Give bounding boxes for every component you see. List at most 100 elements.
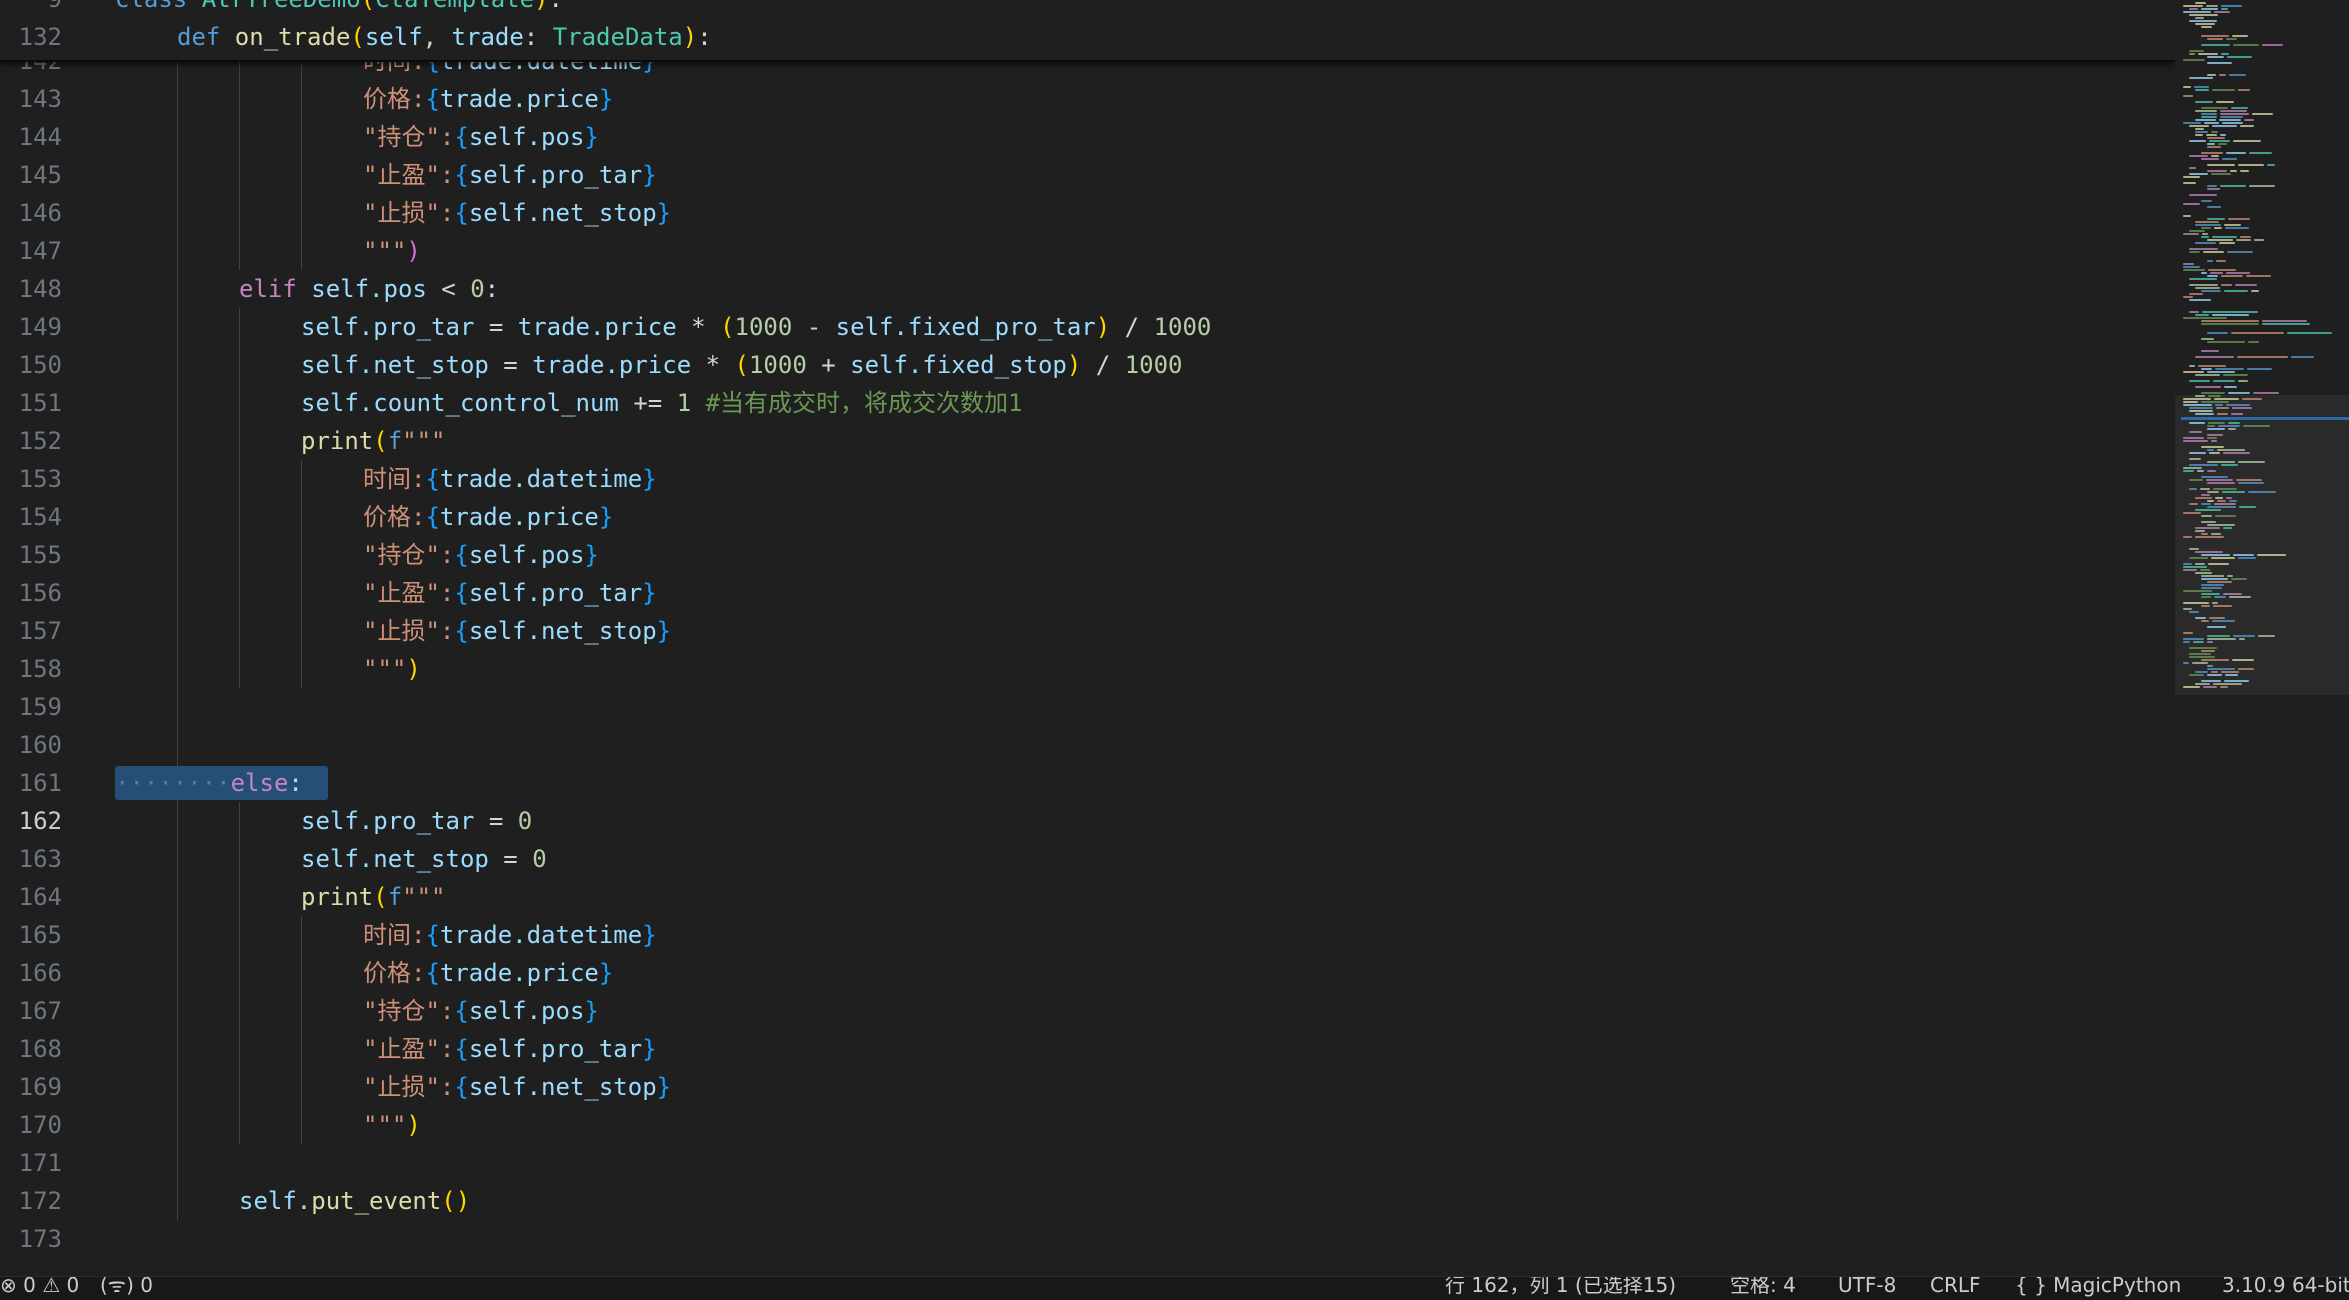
code-line[interactable]: 161 ········else:	[0, 764, 2175, 802]
code-token: )	[406, 237, 421, 265]
code-line[interactable]: 150 self.net_stop = trade.price * (1000 +…	[0, 346, 2175, 384]
minimap-line	[2189, 167, 2196, 169]
code-line[interactable]: 164 print(f"""	[0, 878, 2175, 916]
code-text[interactable]: ········else:	[115, 764, 303, 802]
minimap-line	[2194, 86, 2209, 88]
code-text[interactable]: print(f"""	[301, 422, 446, 460]
code-text[interactable]: class AtrTreeDemo(CtaTemplate):	[115, 0, 563, 18]
code-line[interactable]: 148 elif self.pos < 0:	[0, 270, 2175, 308]
code-line[interactable]: 156 "止盈":{self.pro_tar}	[0, 574, 2175, 612]
code-line[interactable]: 166 价格:{trade.price}	[0, 954, 2175, 992]
problems-indicator[interactable]: ⊗ 0 ⚠ 0	[0, 1277, 79, 1297]
line-number: 157	[18, 617, 62, 645]
code-text[interactable]: "止盈":{self.pro_tar}	[363, 574, 657, 612]
minimap-line	[2183, 182, 2196, 184]
code-line[interactable]: 151 self.count_control_num += 1 #当有成交时，将成…	[0, 384, 2175, 422]
sticky-scroll-header[interactable]: 9 class AtrTreeDemo(CtaTemplate):132def o…	[0, 0, 2175, 62]
code-text[interactable]: 价格:{trade.price}	[363, 80, 613, 118]
code-line[interactable]: 172 self.put_event()	[0, 1182, 2175, 1220]
code-line[interactable]: 168 "止盈":{self.pro_tar}	[0, 1030, 2175, 1068]
code-text[interactable]: def on_trade(self, trade: TradeData):	[177, 18, 712, 56]
code-line[interactable]: 171	[0, 1144, 2175, 1182]
code-line[interactable]: 154 价格:{trade.price}	[0, 498, 2175, 536]
minimap-line	[2216, 407, 2229, 409]
minimap-line	[2239, 506, 2256, 508]
indentation-setting[interactable]: 空格: 4	[1730, 1277, 1796, 1297]
code-text[interactable]: self.net_stop = 0	[301, 840, 547, 878]
code-text[interactable]: 时间:{trade.datetime}	[363, 460, 657, 498]
code-line[interactable]: 145 "止盈":{self.pro_tar}	[0, 156, 2175, 194]
code-line[interactable]: 146 "止损":{self.net_stop}	[0, 194, 2175, 232]
code-text[interactable]: "持仓":{self.pos}	[363, 992, 599, 1030]
line-number: 9	[0, 0, 62, 18]
code-editor[interactable]: 142时间:{trade.datetime}143价格:{trade.price…	[0, 0, 2175, 1276]
code-text[interactable]: "止损":{self.net_stop}	[363, 194, 671, 232]
minimap-line	[2229, 596, 2251, 598]
code-line[interactable]: 159	[0, 688, 2175, 726]
code-line[interactable]: 163 self.net_stop = 0	[0, 840, 2175, 878]
code-line[interactable]: 173	[0, 1220, 2175, 1258]
minimap-line	[2201, 8, 2218, 10]
code-text[interactable]: "持仓":{self.pos}	[363, 536, 599, 574]
minimap-line	[2195, 617, 2206, 619]
code-line[interactable]: 143 价格:{trade.price}	[0, 80, 2175, 118]
encoding-setting[interactable]: UTF-8	[1838, 1277, 1896, 1297]
code-text[interactable]: self.net_stop = trade.price * (1000 + se…	[301, 346, 1182, 384]
code-line[interactable]: 147 """)	[0, 232, 2175, 270]
minimap-line	[2201, 26, 2212, 28]
code-token: )	[682, 23, 698, 51]
code-token: f	[387, 427, 403, 455]
code-token: ,	[422, 23, 452, 51]
minimap-line	[2240, 170, 2249, 172]
python-interpreter[interactable]: 3.10.9 64-bit	[2222, 1277, 2349, 1297]
minimap-line	[2225, 674, 2238, 676]
code-line[interactable]: 9 class AtrTreeDemo(CtaTemplate):	[0, 0, 2175, 18]
code-text[interactable]: "止损":{self.net_stop}	[363, 1068, 671, 1106]
code-line[interactable]: 162 self.pro_tar = 0	[0, 802, 2175, 840]
code-text[interactable]: self.pro_tar = 0	[301, 802, 532, 840]
minimap-line	[2183, 470, 2194, 472]
code-text[interactable]: elif self.pos < 0:	[239, 270, 499, 308]
code-text[interactable]: self.count_control_num += 1 #当有成交时，将成交次数…	[301, 384, 1023, 422]
code-line[interactable]: 157 "止损":{self.net_stop}	[0, 612, 2175, 650]
code-line[interactable]: 144 "持仓":{self.pos}	[0, 118, 2175, 156]
code-line[interactable]: 165 时间:{trade.datetime}	[0, 916, 2175, 954]
minimap-line	[2231, 332, 2284, 334]
code-text[interactable]: "止盈":{self.pro_tar}	[363, 1030, 657, 1068]
minimap-line	[2207, 74, 2216, 76]
code-line[interactable]: 160	[0, 726, 2175, 764]
code-line[interactable]: 169 "止损":{self.net_stop}	[0, 1068, 2175, 1106]
code-text[interactable]: """)	[363, 1106, 421, 1144]
code-line[interactable]: 170 """)	[0, 1106, 2175, 1144]
code-token: "持仓":	[363, 997, 455, 1025]
minimap-line	[2207, 185, 2217, 187]
code-line[interactable]: 158 """)	[0, 650, 2175, 688]
code-text[interactable]: self.pro_tar = trade.price * (1000 - sel…	[301, 308, 1211, 346]
minimap-line	[2262, 320, 2307, 322]
code-line[interactable]: 167 "持仓":{self.pos}	[0, 992, 2175, 1030]
code-text[interactable]: """)	[363, 650, 421, 688]
code-text[interactable]: self.put_event()	[239, 1182, 470, 1220]
minimap-line	[2212, 314, 2249, 316]
code-line[interactable]: 149 self.pro_tar = trade.price * (1000 - …	[0, 308, 2175, 346]
code-line[interactable]: 155 "持仓":{self.pos}	[0, 536, 2175, 574]
cursor-position[interactable]: 行 162，列 1 (已选择15)	[1445, 1277, 1676, 1297]
code-text[interactable]: 价格:{trade.price}	[363, 498, 613, 536]
code-text[interactable]: "止盈":{self.pro_tar}	[363, 156, 657, 194]
code-line[interactable]: 153 时间:{trade.datetime}	[0, 460, 2175, 498]
minimap-line	[2221, 53, 2229, 55]
minimap[interactable]	[2175, 0, 2349, 1276]
code-text[interactable]: "持仓":{self.pos}	[363, 118, 599, 156]
eol-setting[interactable]: CRLF	[1930, 1277, 1981, 1297]
code-line[interactable]: 152 print(f"""	[0, 422, 2175, 460]
language-mode[interactable]: { } MagicPython	[2015, 1277, 2181, 1297]
code-line[interactable]: 132 def on_trade(self, trade: TradeData):	[0, 18, 2175, 56]
code-text[interactable]: 时间:{trade.datetime}	[363, 916, 657, 954]
code-token: {	[454, 199, 469, 227]
code-text[interactable]: print(f"""	[301, 878, 446, 916]
code-token: :	[697, 23, 712, 51]
ports-indicator[interactable]: (ᯤ) 0	[100, 1277, 153, 1297]
code-text[interactable]: 价格:{trade.price}	[363, 954, 613, 992]
code-text[interactable]: "止损":{self.net_stop}	[363, 612, 671, 650]
code-text[interactable]: """)	[363, 232, 421, 270]
